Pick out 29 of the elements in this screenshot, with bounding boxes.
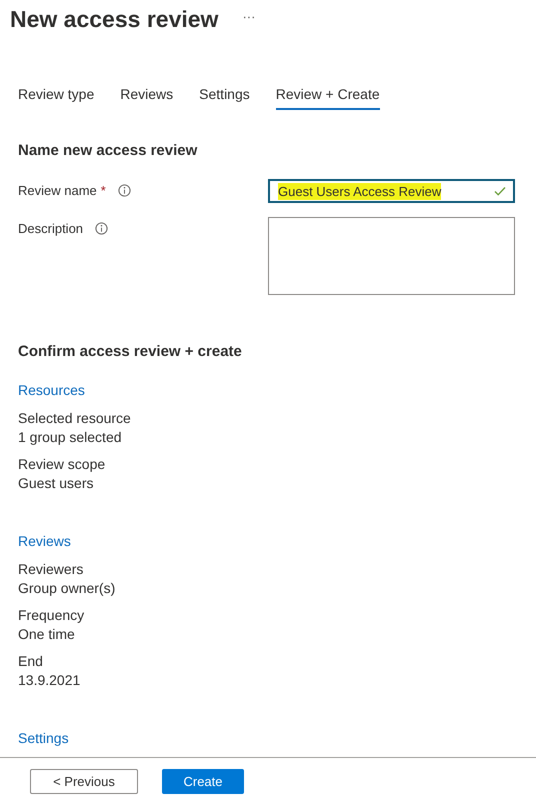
- summary-value: Guest users: [18, 474, 94, 493]
- text-area[interactable]: [268, 217, 515, 295]
- required-mark: *: [100, 183, 106, 198]
- summary-label: Review scope: [18, 455, 106, 474]
- summary-label: Reviewers: [18, 560, 84, 579]
- section-heading: Confirm access review + create: [18, 343, 243, 360]
- tab[interactable]: Review + Create: [276, 86, 380, 110]
- previous-button[interactable]: < Previous: [30, 768, 138, 794]
- summary-label: End: [18, 652, 44, 671]
- more-options[interactable]: ···: [242, 9, 256, 24]
- summary-value: One time: [18, 625, 76, 644]
- section-link[interactable]: Settings: [18, 730, 518, 746]
- tab[interactable]: Reviews: [120, 86, 174, 110]
- page-title: New access review: [10, 6, 218, 33]
- create-button[interactable]: Create: [162, 768, 244, 794]
- info-icon[interactable]: [118, 184, 131, 197]
- summary-label: Frequency: [18, 606, 86, 625]
- section-link[interactable]: Reviews: [18, 533, 518, 549]
- section-heading: Name new access review: [18, 142, 198, 159]
- field-label: Review name: [18, 183, 97, 198]
- summary-value: Group owner(s): [18, 579, 116, 598]
- summary-value: 13.9.2021: [18, 671, 82, 690]
- info-icon[interactable]: [95, 222, 108, 235]
- section-link[interactable]: Resources: [18, 382, 518, 398]
- summary-label: Selected resource: [18, 409, 132, 428]
- tab[interactable]: Review type: [18, 86, 94, 110]
- tab[interactable]: Settings: [199, 86, 250, 110]
- summary-value: 1 group selected: [18, 428, 123, 447]
- field-label: Description: [18, 221, 84, 236]
